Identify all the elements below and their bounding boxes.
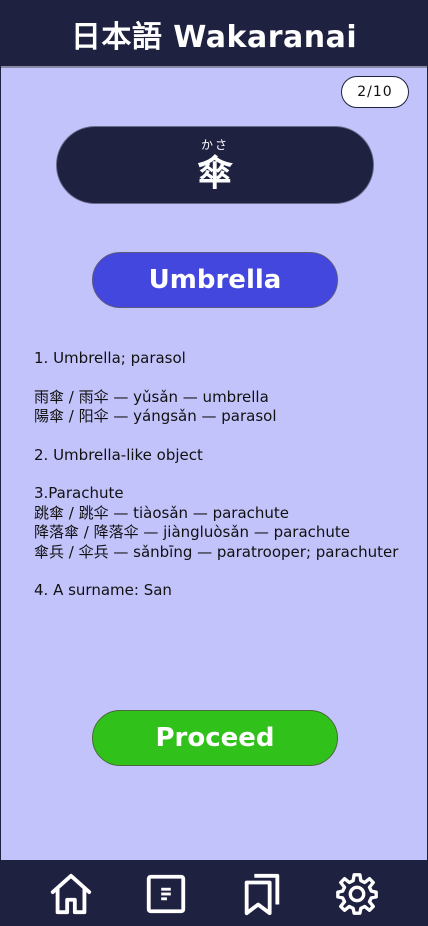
definition-block: 3.Parachute 跳傘 / 跳伞 — tiàosǎn — parachut… xyxy=(34,484,404,562)
definition-line: 陽傘 / 阳伞 — yángsǎn — parasol xyxy=(34,407,277,425)
kanji-character: 傘 xyxy=(196,153,233,194)
definition-line: 雨傘 / 雨伞 — yǔsǎn — umbrella xyxy=(34,387,269,406)
definition-line: 跳傘 / 跳伞 — tiàosǎn — parachute xyxy=(34,503,290,522)
definition-block: 1. Umbrella; parasol xyxy=(34,349,404,369)
nav-bookmarks-button[interactable] xyxy=(234,866,290,922)
proceed-button[interactable]: Proceed xyxy=(92,710,338,766)
bottom-nav xyxy=(1,860,427,926)
definition-line: 2. Umbrella-like object xyxy=(34,445,203,464)
home-icon xyxy=(50,873,91,914)
gear-icon xyxy=(336,872,379,915)
definition-line: 1. Umbrella; parasol xyxy=(34,349,186,367)
definition-line: 傘兵 / 伞兵 — sǎnbīng — paratrooper; parachu… xyxy=(34,542,399,561)
definition-line: 4. A surname: San xyxy=(34,581,172,599)
app-screen: 日本語 Wakaranai 2/10 かさ 傘 Umbrella 1. Umbr… xyxy=(0,0,428,926)
definitions-list: 1. Umbrella; parasol 雨傘 / 雨伞 — yǔsǎn — u… xyxy=(34,349,404,620)
nav-home-button[interactable] xyxy=(43,866,99,922)
app-header: 日本語 Wakaranai xyxy=(1,1,427,68)
definition-block: 雨傘 / 雨伞 — yǔsǎn — umbrella 陽傘 / 阳伞 — yán… xyxy=(34,388,404,427)
nav-settings-button[interactable] xyxy=(329,866,385,922)
definition-line: 3.Parachute xyxy=(34,484,124,502)
bookmarks-icon xyxy=(244,873,279,915)
definition-block: 2. Umbrella-like object xyxy=(34,446,404,466)
nav-document-button[interactable] xyxy=(138,866,194,922)
meaning-label: Umbrella xyxy=(92,252,338,308)
document-icon xyxy=(147,874,186,913)
definition-block: 4. A surname: San xyxy=(34,581,404,601)
progress-counter: 2/10 xyxy=(341,76,409,108)
definition-line: 降落傘 / 降落伞 — jiàngluòsǎn — parachute xyxy=(34,523,351,541)
app-title: 日本語 Wakaranai xyxy=(70,19,358,55)
kanji-card: かさ 傘 xyxy=(56,126,374,204)
kanji-reading: かさ xyxy=(200,138,229,152)
